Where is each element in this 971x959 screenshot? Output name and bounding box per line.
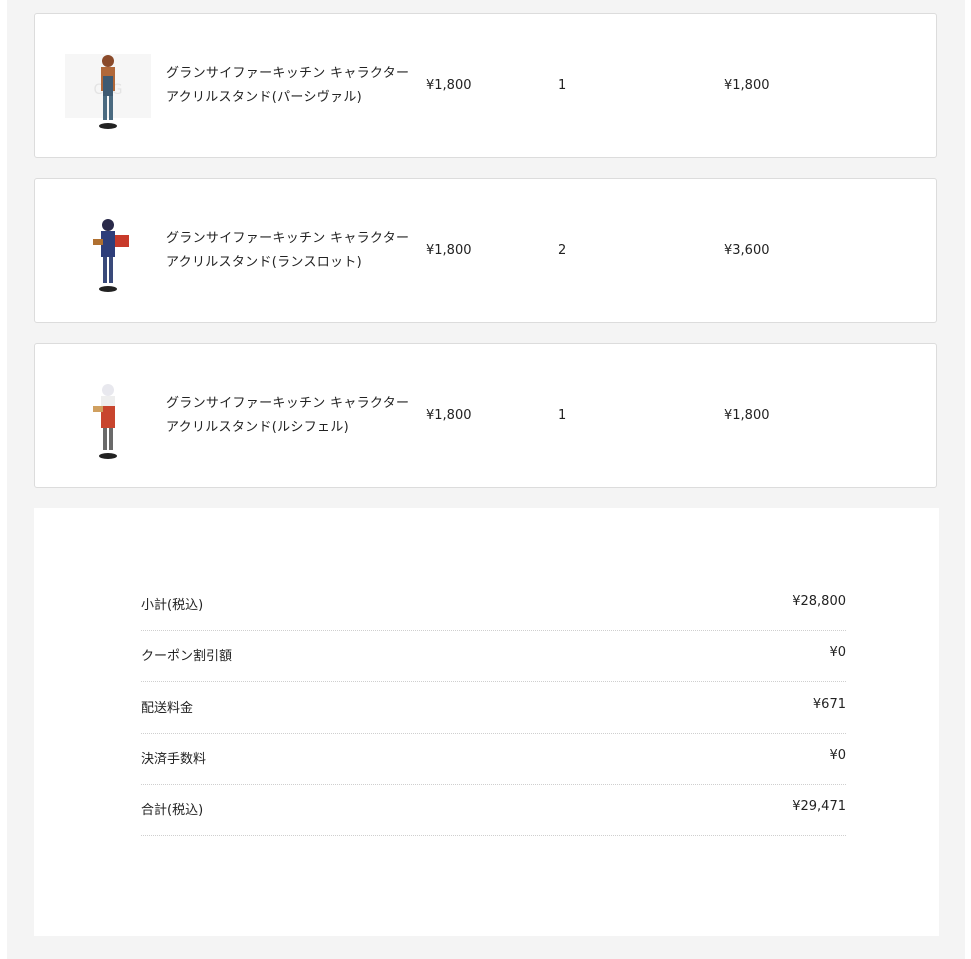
- summary-value: ¥0: [829, 748, 846, 763]
- item-total: ¥1,800: [724, 78, 770, 93]
- acrylic-stand-percival-icon[interactable]: CyG: [63, 36, 153, 136]
- summary-label: 合計(税込): [141, 803, 204, 818]
- acrylic-stand-lucifer-icon[interactable]: [63, 366, 153, 466]
- cart-item: CyG グランサイファーキッチン キャラクター アクリルスタンド(パーシヴァル)…: [34, 13, 937, 158]
- summary-value: ¥29,471: [792, 799, 846, 814]
- item-price: ¥1,800: [426, 78, 472, 93]
- summary-label: 配送料金: [141, 701, 194, 716]
- cart-item: グランサイファーキッチン キャラクター アクリルスタンド(ルシフェル) ¥1,8…: [34, 343, 937, 488]
- summary-row-shipping: 配送料金 ¥671: [141, 683, 846, 734]
- item-name[interactable]: グランサイファーキッチン キャラクター アクリルスタンド(ルシフェル): [166, 392, 416, 440]
- summary-label: クーポン割引額: [141, 649, 233, 664]
- order-summary: 小計(税込) ¥28,800 クーポン割引額 ¥0 配送料金 ¥671 決済手数…: [34, 508, 939, 936]
- summary-value: ¥28,800: [792, 594, 846, 609]
- item-total: ¥1,800: [724, 408, 770, 423]
- item-quantity: 1: [558, 408, 567, 423]
- item-price: ¥1,800: [426, 243, 472, 258]
- summary-row-coupon-discount: クーポン割引額 ¥0: [141, 631, 846, 682]
- summary-row-payment-fee: 決済手数料 ¥0: [141, 734, 846, 785]
- summary-value: ¥671: [812, 697, 846, 712]
- summary-label: 小計(税込): [141, 598, 204, 613]
- cart-item: グランサイファーキッチン キャラクター アクリルスタンド(ランスロット) ¥1,…: [34, 178, 937, 323]
- summary-value: ¥0: [829, 645, 846, 660]
- summary-row-total: 合計(税込) ¥29,471: [141, 785, 846, 836]
- cart-page: CyG グランサイファーキッチン キャラクター アクリルスタンド(パーシヴァル)…: [7, 0, 965, 959]
- item-quantity: 1: [558, 78, 567, 93]
- summary-label: 決済手数料: [141, 752, 207, 767]
- summary-row-subtotal: 小計(税込) ¥28,800: [141, 580, 846, 631]
- item-name[interactable]: グランサイファーキッチン キャラクター アクリルスタンド(パーシヴァル): [166, 62, 416, 110]
- item-total: ¥3,600: [724, 243, 770, 258]
- item-price: ¥1,800: [426, 408, 472, 423]
- item-quantity: 2: [558, 243, 567, 258]
- acrylic-stand-lancelot-icon[interactable]: [63, 201, 153, 301]
- item-name[interactable]: グランサイファーキッチン キャラクター アクリルスタンド(ランスロット): [166, 227, 416, 275]
